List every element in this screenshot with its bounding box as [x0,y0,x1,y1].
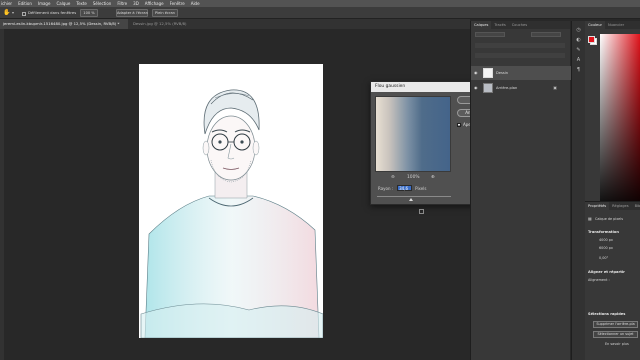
zoom-100-button[interactable]: 100 % [80,9,98,17]
options-bar: ✋ ▾ Défilement dans fenêtres 100 % Adapt… [0,7,640,19]
remove-background-button[interactable]: Supprimer l'arrière-pla [593,321,638,328]
radius-row: Rayon : 34,6 Pixels [378,185,426,191]
document-canvas[interactable] [139,64,323,338]
color-panel-tabs: Couleur Nuancier [585,21,640,29]
menu-view[interactable]: Affichage [145,1,164,6]
menu-filter[interactable]: Filtre [117,1,127,6]
color-panel: Couleur Nuancier [585,21,640,214]
brush-icon[interactable]: ✎ [575,47,582,54]
tab-proprietes[interactable]: Propriétés [585,202,610,210]
layers-panel: Calques Tracés Couches ◉ Dessin ◉ Arrièr… [470,21,571,360]
tab-traces[interactable]: Tracés [491,21,508,29]
zoom-out-icon[interactable]: ⊖ [391,175,395,180]
radius-slider-thumb[interactable] [409,198,414,201]
menu-image[interactable]: Image [38,1,51,6]
layer-thumbnail [483,68,493,78]
foreground-color-swatch[interactable] [588,36,595,43]
quick-actions-header[interactable]: Sélections rapides [588,312,625,316]
eye-icon[interactable]: ◉ [474,85,478,90]
tab-couleur[interactable]: Couleur [585,21,605,29]
doc-tab-active[interactable]: jeremi-eslin-kbupmlr-1516480.jpg @ 12,5%… [0,19,128,29]
select-subject-button[interactable]: Sélectionner un sujet [593,331,638,338]
layer-row-background[interactable]: ◉ Arrière-plan ▣ [471,81,571,95]
menu-select[interactable]: Sélection [93,1,111,6]
menu-type[interactable]: Texte [76,1,87,6]
menu-3d[interactable]: 3D [133,1,139,6]
adjust-icon[interactable]: ◐ [575,37,582,44]
tab-couches[interactable]: Couches [509,21,530,29]
tab-bib[interactable]: Bib [632,202,640,210]
history-icon[interactable]: ◷ [575,27,582,34]
portrait-sketch-image [140,89,323,338]
align-label: Alignement : [588,278,610,282]
layer-name: Arrière-plan [496,86,518,90]
lock-icon: ▣ [553,85,557,90]
document-tab-bar: jeremi-eslin-kbupmlr-1516480.jpg @ 12,5%… [0,19,470,29]
panel-icon-strip: ◷ ◐ ✎ A ¶ [571,21,585,360]
opacity-row [475,43,565,48]
fill-row [475,53,565,58]
radius-input[interactable]: 34,6 [397,185,413,191]
menu-window[interactable]: Fenêtre [170,1,185,6]
menu-layer[interactable]: Calque [56,1,70,6]
tab-calques[interactable]: Calques [471,21,492,29]
frame-icon [419,209,424,214]
radius-slider-track[interactable] [377,196,451,197]
layer-name: Dessin [496,71,508,75]
tab-reglages[interactable]: Réglages [609,202,631,210]
align-header[interactable]: Aligner et répartir [588,270,625,274]
tab-nuancier[interactable]: Nuancier [605,21,627,29]
menu-help[interactable]: Aide [191,1,200,6]
width-value[interactable]: 4000 px [599,238,613,242]
height-value[interactable]: 6000 px [599,246,613,250]
learn-more-link[interactable]: En savoir plus [605,342,629,346]
fill-screen-button[interactable]: Plein écran [152,9,178,17]
eye-icon[interactable]: ◉ [474,70,478,75]
zoom-level: 100% [407,175,420,180]
properties-panel: Propriétés Réglages Bib ▦ Calque de pixe… [585,201,640,360]
transform-header[interactable]: Transformation [588,230,619,234]
menu-edit[interactable]: Edition [18,1,32,6]
properties-panel-tabs: Propriétés Réglages Bib [585,202,640,210]
radius-label: Rayon : [378,185,394,191]
pixel-layer-icon: ▦ [588,216,592,221]
scroll-all-checkbox[interactable] [22,12,26,16]
menu-file[interactable]: ichier [1,1,12,6]
layer-thumbnail [483,83,493,93]
color-picker-field[interactable] [600,34,640,214]
doc-tab-dessin[interactable]: Dessin.jpg @ 12,5% (RVB/8) [130,19,220,29]
layer-row-dessin[interactable]: ◉ Dessin [471,66,571,80]
tools-panel [0,29,4,360]
zoom-in-icon[interactable]: ⊕ [431,175,435,180]
layer-type-label: Calque de pixels [595,217,623,221]
blur-preview-area[interactable] [375,96,451,172]
paragraph-icon[interactable]: ¶ [575,67,582,74]
radius-unit: Pixels [415,185,427,191]
hand-tool-icon[interactable]: ✋ [3,9,10,16]
scroll-all-label: Défilement dans fenêtres [28,10,77,15]
fit-screen-button[interactable]: Adapter à l'écran [116,9,148,17]
angle-value[interactable]: 0,00° [599,256,608,260]
layer-kind-filter[interactable] [475,32,505,37]
preview-checkbox[interactable] [457,122,461,127]
menu-bar: ichier Edition Image Calque Texte Sélect… [0,0,640,7]
character-icon[interactable]: A [575,57,582,64]
blend-mode-select[interactable] [531,32,561,37]
tool-preset-chevron-icon[interactable]: ▾ [12,10,14,15]
layers-panel-tabs: Calques Tracés Couches [471,21,570,29]
